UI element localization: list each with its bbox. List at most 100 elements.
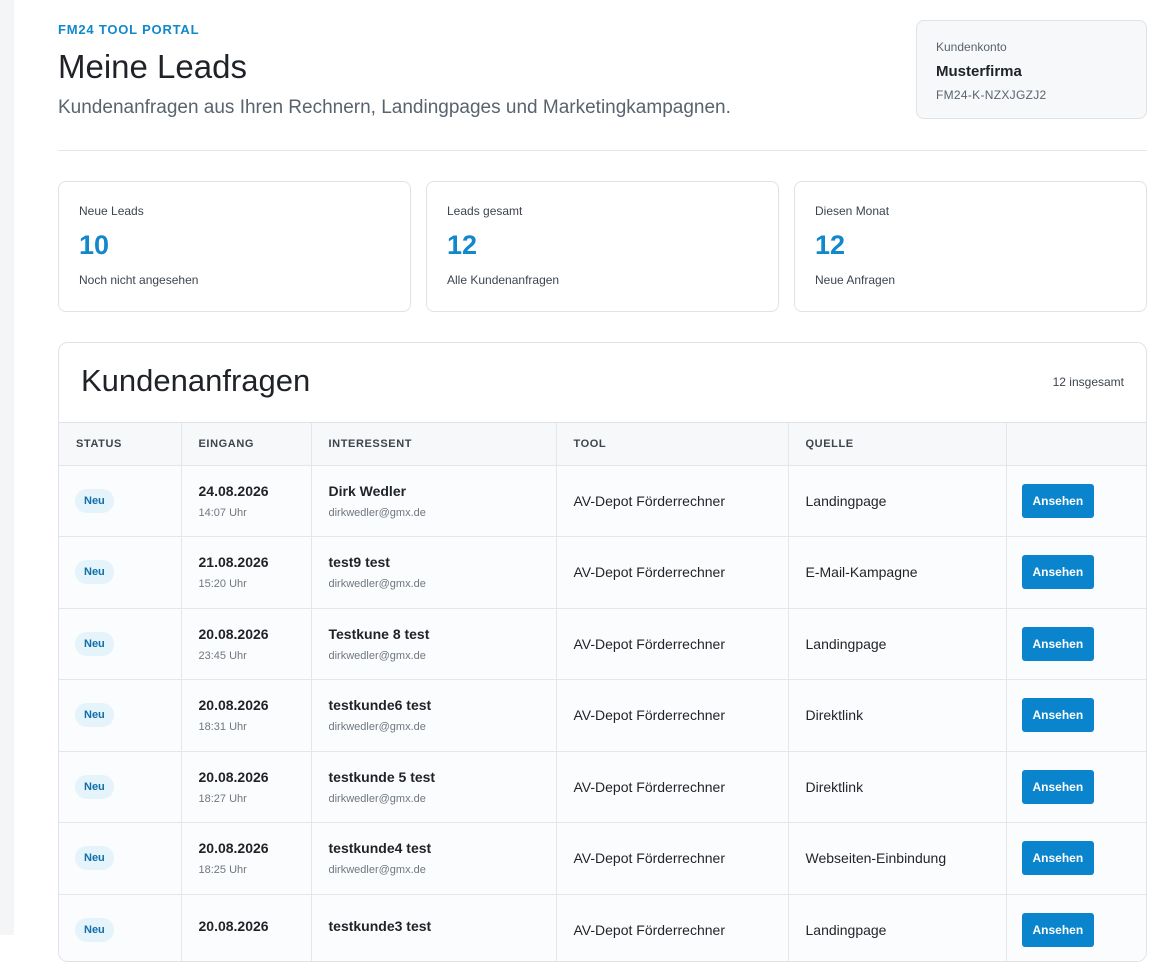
stat-sub: Neue Anfragen	[815, 273, 896, 287]
lead-time: 18:27 Uhr	[198, 792, 247, 805]
lead-name: Testkune 8 test	[328, 625, 430, 642]
stats-row: Neue Leads 10 Noch nicht angesehen Leads…	[58, 181, 1147, 312]
lead-date: 20.08.2026	[198, 840, 269, 857]
stat-sub: Noch nicht angesehen	[79, 273, 199, 287]
view-lead-button[interactable]: Ansehen	[1021, 483, 1095, 518]
status-cell: Neu	[59, 751, 182, 823]
page-subtitle: Kundenanfragen aus Ihren Rechnern, Landi…	[58, 97, 731, 118]
stat-card-new-leads: Neue Leads 10 Noch nicht angesehen	[58, 181, 411, 312]
lead-email: dirkwedler@gmx.de	[328, 506, 426, 519]
stat-card-this-month: Diesen Monat 12 Neue Anfragen	[794, 181, 1147, 312]
view-lead-button[interactable]: Ansehen	[1021, 841, 1095, 876]
status-cell: Neu	[59, 465, 182, 537]
stat-label: Neue Leads	[79, 204, 144, 218]
view-lead-button[interactable]: Ansehen	[1021, 626, 1095, 661]
lead-date: 20.08.2026	[198, 917, 269, 934]
status-cell: Neu	[59, 822, 182, 895]
page-title: Meine Leads	[58, 48, 247, 85]
lead-date: 20.08.2026	[198, 697, 269, 714]
view-lead-button[interactable]: Ansehen	[1021, 698, 1095, 733]
lead-name: test9 test	[328, 554, 390, 571]
tool-cell: AV-Depot Förderrechner	[556, 536, 789, 609]
stat-value: 10	[79, 230, 110, 260]
table-row[interactable]: Neu 20.08.2026 18:27 Uhr testkunde 5 test di…	[59, 751, 1146, 823]
interessent-cell: Testkune 8 test dirkwedler@gmx.de	[311, 608, 557, 680]
leads-table: STATUS EINGANG INTERESSENT TOOL QUELLE N…	[59, 423, 1146, 961]
tool-cell: AV-Depot Förderrechner	[556, 822, 789, 895]
eingang-cell: 21.08.2026 15:20 Uhr	[181, 536, 312, 609]
status-cell: Neu	[59, 608, 182, 680]
status-badge: Neu	[75, 846, 114, 871]
lead-time: 14:07 Uhr	[198, 506, 247, 519]
lead-date: 21.08.2026	[198, 554, 269, 571]
interessent-cell: testkunde 5 test dirkwedler@gmx.de	[311, 751, 557, 823]
lead-date: 20.08.2026	[198, 625, 269, 642]
source-cell: Landingpage	[788, 465, 1007, 537]
view-lead-button[interactable]: Ansehen	[1021, 555, 1095, 590]
status-badge: Neu	[75, 703, 114, 728]
interessent-cell: test9 test dirkwedler@gmx.de	[311, 536, 557, 609]
source-cell: Direktlink	[788, 679, 1007, 752]
table-row[interactable]: Neu 20.08.2026 testkunde3 test AV-Depot För…	[59, 894, 1146, 961]
view-lead-button[interactable]: Ansehen	[1021, 912, 1095, 947]
lead-time: 18:25 Uhr	[198, 864, 247, 877]
stat-label: Diesen Monat	[815, 204, 890, 218]
account-label: Kundenkonto	[936, 40, 1007, 54]
action-cell: Ansehen	[1006, 465, 1146, 537]
account-card: Kundenkonto Musterfirma FM24-K-NZXJGZJ2	[916, 20, 1147, 119]
interessent-cell: testkunde6 test dirkwedler@gmx.de	[311, 679, 557, 752]
eingang-cell: 20.08.2026 23:45 Uhr	[181, 608, 312, 680]
status-cell: Neu	[59, 536, 182, 609]
column-header-interessent[interactable]: INTERESSENT	[311, 423, 557, 466]
status-badge: Neu	[75, 917, 114, 942]
stat-sub: Alle Kundenanfragen	[447, 273, 560, 287]
interessent-cell: testkunde4 test dirkwedler@gmx.de	[311, 822, 557, 895]
total-count: 12 insgesamt	[1052, 375, 1124, 389]
eingang-cell: 20.08.2026 18:31 Uhr	[181, 679, 312, 752]
source-cell: Landingpage	[788, 894, 1007, 961]
status-cell: Neu	[59, 894, 182, 961]
panel-title: Kundenanfragen	[81, 363, 311, 398]
column-header-actions	[1006, 423, 1146, 466]
portal-label: FM24 TOOL PORTAL	[58, 22, 200, 37]
table-row[interactable]: Neu 21.08.2026 15:20 Uhr test9 test dirkwedl…	[59, 536, 1146, 609]
table-row[interactable]: Neu 20.08.2026 18:31 Uhr testkunde6 test dir…	[59, 679, 1146, 752]
column-header-status[interactable]: STATUS	[59, 423, 182, 466]
tool-cell: AV-Depot Förderrechner	[556, 894, 789, 961]
eingang-cell: 20.08.2026	[181, 894, 312, 961]
stat-value: 12	[815, 230, 846, 260]
status-badge: Neu	[75, 774, 114, 799]
lead-name: testkunde 5 test	[328, 768, 436, 785]
action-cell: Ansehen	[1006, 608, 1146, 680]
leads-panel: Kundenanfragen 12 insgesamt STATUS EINGA…	[58, 342, 1147, 962]
lead-email: dirkwedler@gmx.de	[328, 649, 426, 662]
lead-name: testkunde3 test	[328, 917, 432, 934]
table-row[interactable]: Neu 20.08.2026 23:45 Uhr Testkune 8 test dir…	[59, 608, 1146, 680]
source-cell: Landingpage	[788, 608, 1007, 680]
lead-time: 18:31 Uhr	[198, 721, 247, 734]
stat-card-total-leads: Leads gesamt 12 Alle Kundenanfragen	[426, 181, 779, 312]
lead-email: dirkwedler@gmx.de	[328, 792, 426, 805]
tool-cell: AV-Depot Förderrechner	[556, 465, 789, 537]
source-cell: E-Mail-Kampagne	[788, 536, 1007, 609]
column-header-eingang[interactable]: EINGANG	[181, 423, 312, 466]
status-badge: Neu	[75, 488, 114, 513]
tool-cell: AV-Depot Förderrechner	[556, 751, 789, 823]
action-cell: Ansehen	[1006, 536, 1146, 609]
eingang-cell: 20.08.2026 18:27 Uhr	[181, 751, 312, 823]
action-cell: Ansehen	[1006, 822, 1146, 895]
lead-email: dirkwedler@gmx.de	[328, 721, 426, 734]
column-header-tool[interactable]: TOOL	[556, 423, 789, 466]
tool-cell: AV-Depot Förderrechner	[556, 679, 789, 752]
lead-name: Dirk Wedler	[328, 482, 407, 499]
column-header-quelle[interactable]: QUELLE	[788, 423, 1007, 466]
lead-time: 23:45 Uhr	[198, 649, 247, 662]
table-row[interactable]: Neu 20.08.2026 18:25 Uhr testkunde4 test dir…	[59, 822, 1146, 895]
stat-label: Leads gesamt	[447, 204, 523, 218]
lead-date: 24.08.2026	[198, 482, 269, 499]
view-lead-button[interactable]: Ansehen	[1021, 769, 1095, 804]
table-row[interactable]: Neu 24.08.2026 14:07 Uhr Dirk Wedler dirkwed…	[59, 465, 1146, 537]
lead-time: 15:20 Uhr	[198, 578, 247, 591]
source-cell: Webseiten-Einbindung	[788, 822, 1007, 895]
table-header-row: STATUS EINGANG INTERESSENT TOOL QUELLE	[59, 423, 1146, 466]
